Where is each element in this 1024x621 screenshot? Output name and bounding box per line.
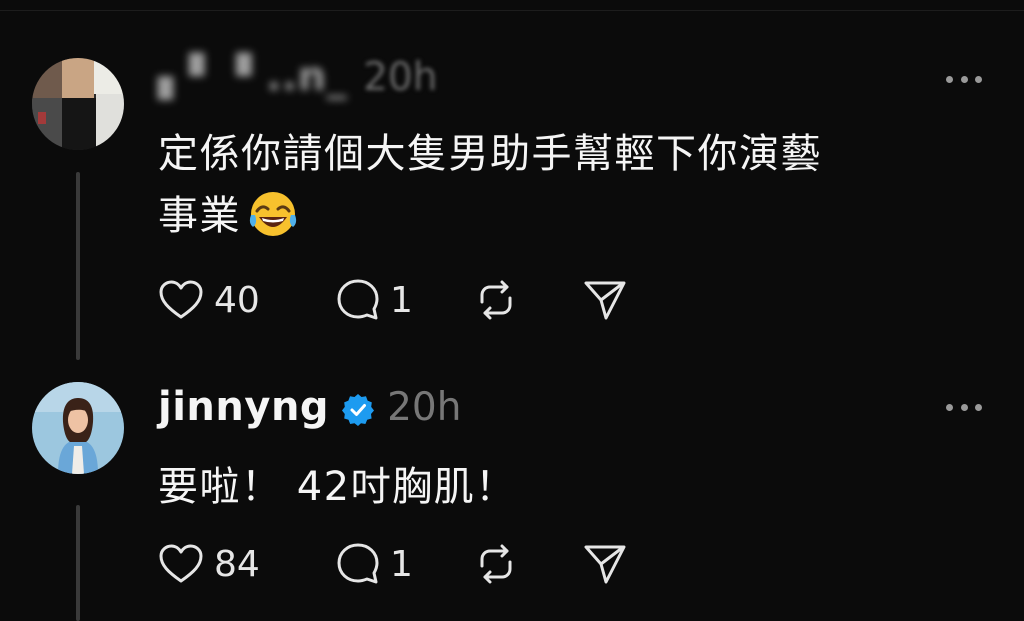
heart-icon <box>159 280 203 319</box>
thread-line <box>76 172 80 360</box>
reply-count: 1 <box>390 543 413 585</box>
comment-icon <box>337 279 379 320</box>
reply-post: ▖▘▝ ..n_ 20h 定係你請個大隻男助手幫輕下你演藝 事業 40 1 <box>0 0 1024 372</box>
reply-button[interactable]: 1 <box>336 278 474 322</box>
username[interactable]: jinnyng <box>158 384 329 430</box>
more-icon[interactable] <box>946 402 982 412</box>
avatar[interactable] <box>32 58 124 150</box>
avatar-image <box>32 58 124 150</box>
action-bar: 84 1 <box>158 540 628 588</box>
reply-post: jinnyng 20h 要啦！ 42吋胸肌！ 84 1 <box>0 372 1024 621</box>
share-icon <box>584 545 626 584</box>
share-button[interactable] <box>582 278 628 322</box>
action-bar: 40 1 <box>158 276 628 324</box>
avatar[interactable] <box>32 382 124 474</box>
repost-button[interactable] <box>474 542 582 586</box>
thread-line <box>76 505 80 621</box>
username[interactable]: ▖▘▝ ..n_ <box>158 54 347 100</box>
repost-icon <box>480 280 512 320</box>
like-button[interactable]: 84 <box>158 543 336 585</box>
laughing-crying-emoji-icon <box>249 192 297 236</box>
share-icon <box>584 281 626 320</box>
more-icon[interactable] <box>946 74 982 84</box>
like-button[interactable]: 40 <box>158 279 336 321</box>
share-button[interactable] <box>582 542 628 586</box>
comment-icon <box>337 543 379 584</box>
reply-count: 1 <box>390 279 413 321</box>
avatar-image <box>32 382 124 474</box>
post-text: 要啦！ 42吋胸肌！ <box>158 456 988 518</box>
heart-icon <box>159 544 203 583</box>
post-header: ▖▘▝ ..n_ 20h <box>158 54 437 104</box>
timestamp[interactable]: 20h <box>363 55 437 100</box>
like-count: 40 <box>214 279 260 321</box>
reply-button[interactable]: 1 <box>336 542 474 586</box>
verified-badge-icon <box>342 394 375 426</box>
repost-icon <box>480 544 512 584</box>
post-text-line-2: 事業 <box>158 185 988 247</box>
post-text-line-1: 定係你請個大隻男助手幫輕下你演藝 <box>158 131 822 177</box>
post-text: 定係你請個大隻男助手幫輕下你演藝 事業 <box>158 123 988 247</box>
post-text-line-1: 要啦！ 42吋胸肌！ <box>158 464 517 510</box>
post-header: jinnyng 20h <box>158 384 461 434</box>
repost-button[interactable] <box>474 278 582 322</box>
timestamp[interactable]: 20h <box>387 385 461 430</box>
post-text-line-2-text: 事業 <box>158 193 241 239</box>
like-count: 84 <box>214 543 260 585</box>
